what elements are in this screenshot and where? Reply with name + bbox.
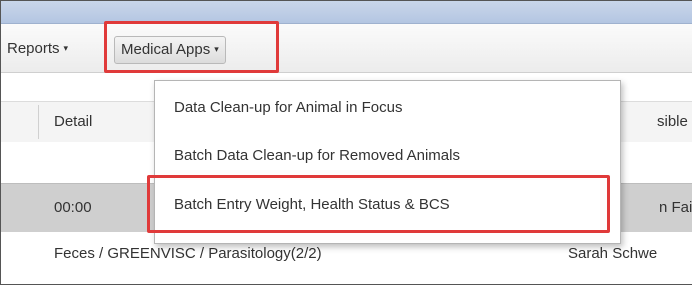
menu-item-data-cleanup-animal[interactable]: Data Clean-up for Animal in Focus bbox=[174, 99, 402, 116]
menu-item-batch-entry-weight[interactable]: Batch Entry Weight, Health Status & BCS bbox=[174, 196, 450, 213]
app-window: Reports ▾ Medical Apps ▾ Detail sible 00:0… bbox=[0, 0, 692, 285]
table-cell-responsible: n Fai bbox=[659, 199, 692, 216]
table-cell-detail: Feces / GREENVISC / Parasitology(2/2) bbox=[54, 245, 322, 262]
caret-down-icon: ▾ bbox=[214, 44, 219, 55]
menu-item-batch-cleanup-removed[interactable]: Batch Data Clean-up for Removed Animals bbox=[174, 147, 460, 164]
column-header-detail[interactable]: Detail bbox=[54, 113, 92, 130]
reports-menu-label: Reports bbox=[7, 40, 60, 57]
column-header-responsible[interactable]: sible bbox=[657, 113, 688, 130]
menu-bar bbox=[1, 24, 692, 73]
column-divider bbox=[38, 105, 39, 139]
caret-down-icon: ▾ bbox=[63, 43, 69, 54]
table-cell-responsible: Sarah Schwe bbox=[568, 245, 658, 262]
reports-menu[interactable]: Reports ▾ bbox=[7, 36, 68, 62]
table-cell-detail: 00:00 bbox=[54, 199, 92, 216]
medical-apps-menu-label: Medical Apps bbox=[121, 41, 211, 58]
title-bar bbox=[1, 1, 692, 24]
medical-apps-menu[interactable]: Medical Apps ▾ bbox=[114, 36, 226, 64]
medical-apps-dropdown: Data Clean-up for Animal in Focus Batch … bbox=[154, 80, 621, 244]
